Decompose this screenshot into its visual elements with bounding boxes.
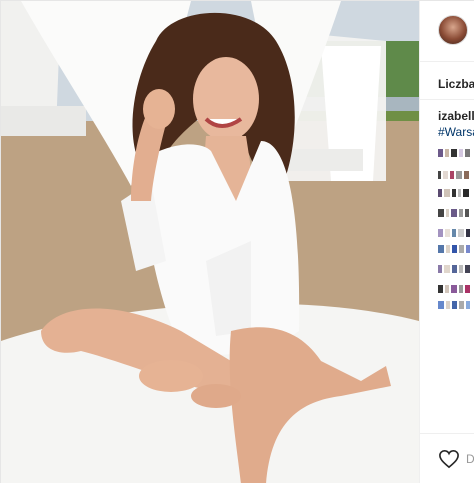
caption-hashtag[interactable]: #Warsa [438, 125, 474, 139]
blurred-comment [438, 229, 470, 237]
cabana-bed-left [1, 106, 86, 136]
likes-label: Liczba [438, 77, 474, 91]
avatar[interactable] [438, 15, 468, 45]
divider [420, 433, 474, 434]
blurred-comment [438, 189, 469, 197]
raised-hand [143, 89, 175, 129]
photo-illustration [1, 1, 419, 483]
heart-icon[interactable] [438, 449, 460, 469]
divider [420, 99, 474, 100]
divider [420, 61, 474, 62]
blurred-comment [438, 245, 470, 253]
blurred-comment [438, 209, 469, 217]
cabana-bed-right [283, 149, 363, 171]
post-sidebar: Liczba izabella #Warsa [419, 1, 474, 483]
blurred-comment [438, 149, 470, 157]
blurred-comment [438, 171, 469, 179]
face [193, 57, 259, 141]
blurred-comment [438, 285, 470, 293]
comment-input[interactable]: D [466, 452, 474, 466]
instagram-post: Liczba izabella #Warsa [0, 0, 474, 483]
blurred-comment [438, 301, 470, 309]
blurred-comment [438, 265, 470, 273]
hand-on-foot [139, 360, 203, 392]
post-photo[interactable] [1, 1, 419, 483]
caption-username[interactable]: izabella [438, 109, 474, 123]
left-foot [191, 384, 241, 408]
